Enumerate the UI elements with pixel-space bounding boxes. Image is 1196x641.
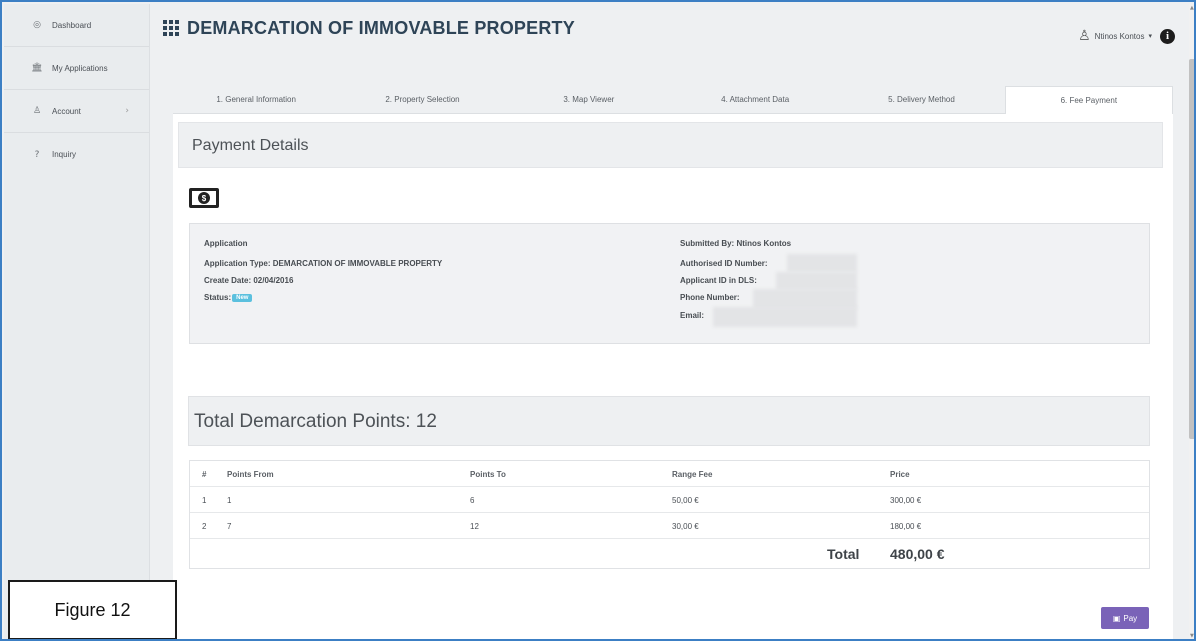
column-header: Points To [470,470,506,479]
tab-attachment-data[interactable]: 4. Attachment Data [671,86,839,114]
pay-button[interactable]: ▣ Pay [1101,607,1149,629]
user-name: Ntinos Kontos [1094,31,1145,41]
tab-delivery-method[interactable]: 5. Delivery Method [838,86,1005,114]
status-badge: New [232,294,253,302]
tab-general-information[interactable]: 1. General Information [173,86,340,114]
user-menu[interactable]: ♙ Ntinos Kontos ▾ i [1078,28,1175,44]
column-header: # [202,470,207,479]
page-scrollbar[interactable]: ▲ ▼ [1189,4,1194,639]
table-cell: 1 [202,496,207,505]
scrollbar-thumb[interactable] [1189,59,1194,439]
inquiry-icon: ? [34,149,40,160]
scroll-down-icon[interactable]: ▼ [1190,633,1194,639]
table-cell: 300,00 € [890,496,922,505]
table-header-row: # Points From Points To Range Fee Price [190,461,1149,487]
sidebar-item-inquiry[interactable]: ? Inquiry [4,133,149,176]
table-cell: 2 [202,522,207,531]
dashboard-icon: ◎ [33,20,41,30]
sidebar-item-dashboard[interactable]: ◎ Dashboard [4,4,149,47]
total-row: Total 480,00 € [190,539,1149,569]
scroll-up-icon[interactable]: ▲ [1190,5,1194,11]
table-cell: 6 [470,496,475,505]
info-icon[interactable]: i [1160,28,1175,44]
sidebar-item-label: Inquiry [52,150,77,159]
money-icon: $ [189,188,219,208]
tab-map-viewer[interactable]: 3. Map Viewer [505,86,672,114]
sidebar: ◎ Dashboard 🏛 My Applications ♙ Account … [4,4,150,639]
tab-fee-payment[interactable]: 6. Fee Payment [1004,86,1173,114]
redacted-value [753,289,857,309]
email-label: Email: [680,311,705,320]
sidebar-item-label: Account [52,106,81,116]
page-header: DEMARCATION OF IMMOVABLE PROPERTY ♙ Ntin… [151,4,1189,84]
sidebar-item-label: Dashboard [52,20,92,30]
authorised-id-label: Authorised ID Number: [680,259,768,268]
page-title: DEMARCATION OF IMMOVABLE PROPERTY [187,18,575,38]
main-area: DEMARCATION OF IMMOVABLE PROPERTY ♙ Ntin… [151,4,1189,639]
create-date: Create Date: 02/04/2016 [204,276,294,285]
table-row: 1 1 6 50,00 € 300,00 € [190,487,1149,513]
status-line: Status: New [204,293,253,302]
caret-down-icon: ▾ [1148,32,1152,40]
user-icon: ♙ [1078,28,1091,44]
table-cell: 180,00 € [890,522,922,531]
column-header: Price [890,470,910,479]
sidebar-item-label: My Applications [52,63,108,73]
tab-property-selection[interactable]: 2. Property Selection [339,86,506,114]
wizard-tabs: 1. General Information 2. Property Selec… [173,86,1173,114]
submitted-by: Submitted By: Ntinos Kontos [680,239,792,248]
apps-grid-icon[interactable] [163,20,179,36]
demarcation-points-header: Total Demarcation Points: 12 [188,396,1150,446]
table-cell: 12 [470,522,479,531]
phone-label: Phone Number: [680,293,740,302]
sidebar-item-account[interactable]: ♙ Account › [4,90,149,133]
applications-icon: 🏛 [31,63,43,73]
account-icon: ♙ [32,106,42,116]
demarcation-points-title: Total Demarcation Points: 12 [194,411,437,432]
money-icon: ▣ [1112,613,1121,623]
payment-details-header: Payment Details [178,122,1163,168]
payment-details-title: Payment Details [192,137,309,154]
redacted-value [787,254,857,272]
redacted-value [713,307,857,327]
redacted-value [776,272,857,290]
table-cell: 7 [227,522,232,531]
total-label: Total [827,546,860,562]
chevron-right-icon: › [125,106,129,116]
table-cell: 30,00 € [672,522,699,531]
table-cell: 50,00 € [672,496,699,505]
status-label: Status: [204,293,232,302]
application-heading: Application [204,239,248,248]
app-window: ◎ Dashboard 🏛 My Applications ♙ Account … [0,0,1196,641]
application-type: Application Type: DEMARCATION OF IMMOVAB… [204,259,443,268]
pay-button-label: Pay [1123,613,1138,623]
fee-table: # Points From Points To Range Fee Price … [189,460,1150,569]
table-cell: 1 [227,496,232,505]
column-header: Points From [227,470,274,479]
fee-payment-panel: Payment Details $ Application Applicatio… [173,114,1173,639]
total-value: 480,00 € [890,546,945,562]
table-row: 2 7 12 30,00 € 180,00 € [190,513,1149,539]
column-header: Range Fee [672,470,713,479]
application-summary: Application Application Type: DEMARCATIO… [189,223,1150,344]
applicant-id-label: Applicant ID in DLS: [680,276,757,285]
figure-caption: Figure 12 [8,580,177,639]
sidebar-item-my-applications[interactable]: 🏛 My Applications [4,47,149,90]
